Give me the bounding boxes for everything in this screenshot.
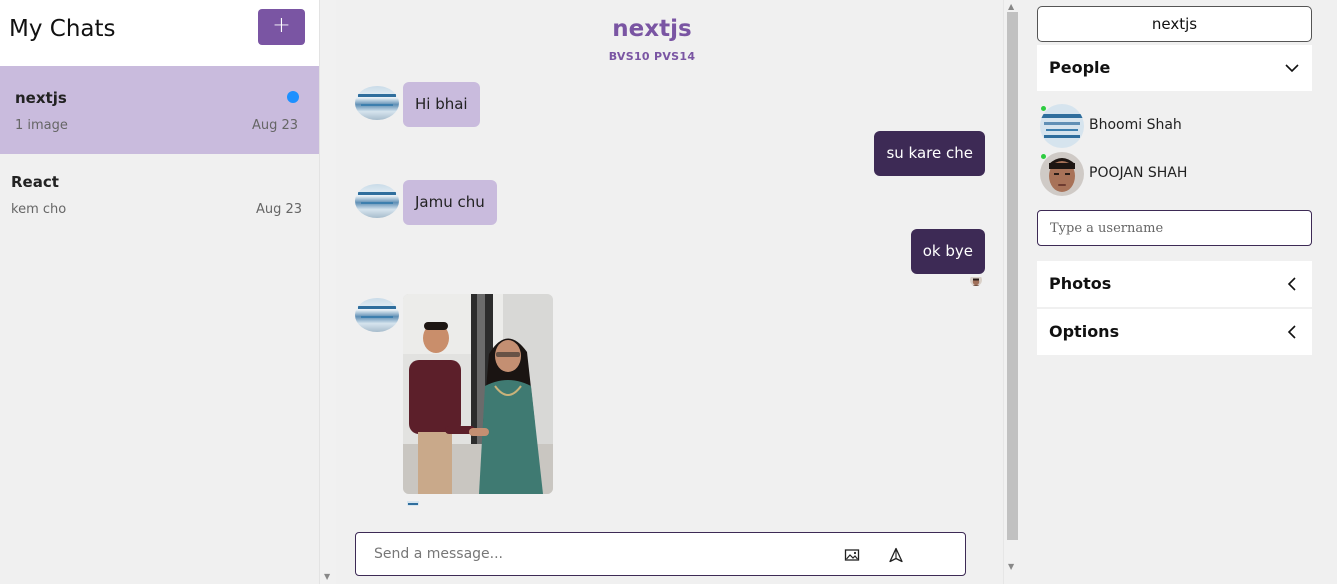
avatar [1040,104,1084,148]
scroll-down-arrow-icon[interactable]: ▼ [324,572,330,581]
username-input[interactable] [1038,211,1311,245]
chat-name-title[interactable]: nextjs [1037,6,1312,42]
image-message[interactable] [403,294,553,494]
sidebar-header: My Chats + [0,0,319,66]
chat-title: nextjs [612,16,692,42]
sender-avatar [355,184,399,218]
scrollbar-thumb[interactable] [1007,12,1018,540]
scroll-up-arrow-icon[interactable]: ▲ [1008,2,1014,11]
options-accordion[interactable]: Options [1037,309,1312,355]
message-bubble-outgoing: su kare che [874,131,985,176]
options-label: Options [1049,322,1120,341]
read-receipt-avatar [970,274,982,286]
photos-accordion[interactable]: Photos [1037,261,1312,307]
chat-list-sidebar: My Chats + nextjs 1 image Aug 23 React k… [0,0,336,584]
chat-details-panel: nextjs People Bhoomi Shah POOJAN SHAH Ty… [1021,0,1337,584]
message-composer [355,532,966,576]
sidebar-title: My Chats [9,16,116,42]
photos-label: Photos [1049,274,1112,293]
sidebar-scrollbar[interactable]: ▼ [319,0,336,584]
new-chat-button[interactable]: + [258,9,305,45]
people-accordion[interactable]: People [1037,45,1312,91]
chat-list-item-react[interactable]: React kem cho Aug 23 [0,154,319,242]
unread-indicator [287,91,299,103]
person-name: POOJAN SHAH [1089,165,1188,181]
chat-preview: 1 image [15,118,68,133]
message-input[interactable] [357,534,827,574]
send-icon[interactable] [888,545,908,565]
chat-name: nextjs [15,89,67,107]
chat-name: React [11,173,59,191]
person-name: Bhoomi Shah [1089,117,1182,133]
chat-list-item-nextjs[interactable]: nextjs 1 image Aug 23 [0,66,319,154]
image-icon[interactable] [844,545,864,565]
chat-preview: kem cho [11,202,67,217]
chat-scrollbar[interactable]: ▲ ▼ [1003,0,1020,584]
people-label: People [1049,58,1111,77]
chat-subtitle: BVS10 PVS14 [608,50,696,63]
sender-avatar [355,298,399,332]
message-bubble-incoming: Jamu chu [403,180,497,225]
chevron-left-icon [1287,325,1296,339]
chevron-down-icon [1285,64,1299,73]
chat-date: Aug 23 [256,202,303,217]
read-receipt-avatar [407,496,419,506]
chat-date: Aug 23 [252,118,299,133]
person-item[interactable]: Bhoomi Shah [1037,104,1312,148]
avatar [1040,152,1084,196]
message-bubble-outgoing: ok bye [910,229,985,274]
username-search-field [1037,210,1312,246]
online-indicator [1041,154,1046,159]
message-bubble-incoming: Hi bhai [403,82,480,127]
sender-avatar [355,86,399,120]
chat-panel: nextjs BVS10 PVS14 Hi bhai su kare che J… [337,0,1003,584]
online-indicator [1041,106,1046,111]
scroll-down-arrow-icon[interactable]: ▼ [1008,562,1014,571]
chevron-left-icon [1287,277,1296,291]
person-item[interactable]: POOJAN SHAH [1037,152,1312,196]
